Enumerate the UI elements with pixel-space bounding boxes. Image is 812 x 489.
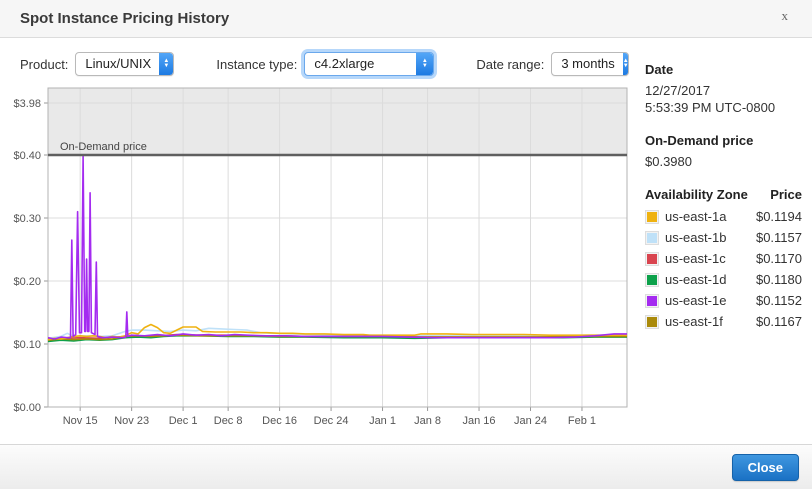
az-price-value: $0.1180 [755, 272, 802, 287]
az-price-column-header: Price [770, 187, 802, 202]
date-range-label: Date range: [476, 56, 545, 72]
x-axis-tick-label: Feb 1 [568, 415, 596, 427]
az-color-swatch-icon [645, 314, 659, 329]
x-axis-tick-label: Dec 8 [214, 415, 243, 427]
az-price-value: $0.1152 [755, 293, 802, 308]
on-demand-value: $0.3980 [645, 154, 692, 169]
x-axis-tick-label: Jan 8 [414, 415, 441, 427]
product-select-value: Linux/UNIX [85, 56, 152, 71]
az-row: us-east-1c $0.1170 [645, 251, 802, 266]
az-zone-label: us-east-1b [665, 230, 727, 245]
az-row: us-east-1d $0.1180 [645, 272, 802, 287]
select-arrows-icon: ▲ ▼ [416, 53, 434, 75]
az-row: us-east-1f $0.1167 [645, 314, 802, 329]
az-color-swatch-icon [645, 209, 659, 224]
y-axis-tick-label: $3.98 [13, 98, 41, 110]
y-axis-tick-label: $0.20 [13, 276, 41, 288]
price-line-us-east-1e [47, 155, 627, 340]
dialog-titlebar: Spot Instance Pricing History x [0, 0, 812, 38]
instance-type-label: Instance type: [216, 56, 298, 72]
az-zone-label: us-east-1e [665, 293, 727, 308]
x-axis-tick-label: Jan 16 [463, 415, 496, 427]
az-price-value: $0.1167 [755, 314, 802, 329]
az-color-swatch-icon [645, 272, 659, 287]
az-row: us-east-1b $0.1157 [645, 230, 802, 245]
x-axis-tick-label: Jan 24 [514, 415, 547, 427]
spot-price-history-chart[interactable]: Nov 15 Nov 23 Dec 1 Dec 8 Dec 16 Dec 24 Jan 1 J… [0, 80, 640, 440]
x-axis-tick-label: Nov 15 [63, 415, 98, 427]
az-price-value: $0.1194 [755, 209, 802, 224]
y-axis-tick-label: $0.40 [13, 150, 41, 162]
date-range-select[interactable]: 3 months ▲ ▼ [551, 52, 630, 76]
on-demand-price-label: On-Demand price [60, 141, 147, 153]
az-table-body: us-east-1a $0.1194 us-east-1b $0.1157 us-eas… [645, 209, 802, 329]
az-zone-label: us-east-1c [665, 251, 726, 266]
az-color-swatch-icon [645, 230, 659, 245]
az-zone-label: us-east-1d [665, 272, 727, 287]
spot-pricing-dialog: Spot Instance Pricing History x Product:… [0, 0, 812, 489]
on-demand-heading: On-Demand price [645, 133, 754, 148]
dialog-title: Spot Instance Pricing History [20, 10, 230, 27]
az-row: us-east-1e $0.1152 [645, 293, 802, 308]
x-axis-tick-label: Dec 1 [169, 415, 198, 427]
select-arrows-icon: ▲ ▼ [622, 53, 629, 75]
date-value: 12/27/2017 [645, 83, 711, 98]
time-value: 5:53:39 PM UTC-0800 [645, 100, 776, 115]
y-axis-tick-label: $0.30 [13, 213, 41, 225]
az-zone-label: us-east-1f [665, 314, 723, 329]
dialog-footer: Close [0, 444, 812, 489]
close-x-icon[interactable]: x [782, 8, 789, 24]
az-zone-label: us-east-1a [665, 209, 727, 224]
date-heading: Date [645, 62, 674, 77]
az-color-swatch-icon [645, 293, 659, 308]
product-label: Product: [20, 56, 69, 72]
x-axis-tick-label: Dec 24 [314, 415, 349, 427]
chart-info-panel: Date 12/27/2017 5:53:39 PM UTC-0800 On-D… [645, 62, 802, 335]
product-select[interactable]: Linux/UNIX ▲ ▼ [75, 52, 175, 76]
date-range-select-value: 3 months [561, 56, 615, 71]
az-price-value: $0.1170 [755, 251, 802, 266]
az-color-swatch-icon [645, 251, 659, 266]
x-axis-tick-label: Dec 16 [262, 415, 297, 427]
az-zone-column-header: Availability Zone [645, 187, 748, 202]
az-table-header: Availability Zone Price [645, 187, 802, 202]
instance-type-select[interactable]: c4.2xlarge ▲ ▼ [304, 52, 435, 76]
az-price-value: $0.1157 [755, 230, 802, 245]
az-row: us-east-1a $0.1194 [645, 209, 802, 224]
y-axis-tick-label: $0.00 [13, 402, 41, 414]
x-axis-tick-label: Nov 23 [114, 415, 149, 427]
x-axis-tick-label: Jan 1 [369, 415, 396, 427]
y-axis-tick-label: $0.10 [13, 339, 41, 351]
select-arrows-icon: ▲ ▼ [159, 53, 174, 75]
instance-type-select-value: c4.2xlarge [314, 56, 375, 71]
close-button[interactable]: Close [731, 454, 799, 481]
